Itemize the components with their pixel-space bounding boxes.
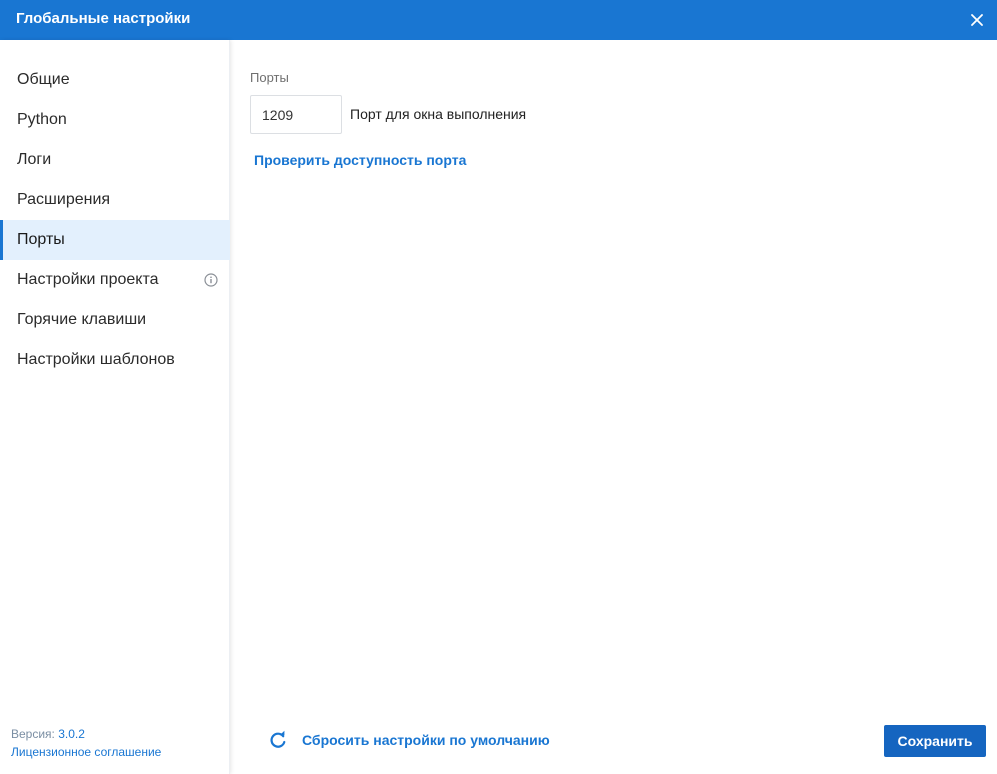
sidebar-item-label: Общие — [17, 71, 70, 88]
sidebar-item-label: Расширения — [17, 191, 111, 208]
version-info: Версия: 3.0.2 — [11, 725, 161, 743]
version-value: 3.0.2 — [58, 727, 85, 741]
close-icon — [971, 14, 983, 26]
version-label: Версия: — [11, 727, 59, 741]
sidebar-item-label: Порты — [17, 231, 65, 248]
reset-defaults-label: Сбросить настройки по умолчанию — [302, 732, 550, 748]
settings-sidebar: Общие Python Логи Расширения Порты Настр… — [0, 40, 230, 774]
sidebar-item-template-settings[interactable]: Настройки шаблонов — [0, 340, 230, 380]
sidebar-item-python[interactable]: Python — [0, 100, 230, 140]
settings-nav: Общие Python Логи Расширения Порты Настр… — [0, 60, 230, 380]
sidebar-item-extensions[interactable]: Расширения — [0, 180, 230, 220]
sidebar-item-logs[interactable]: Логи — [0, 140, 230, 180]
sidebar-item-label: Python — [17, 111, 67, 128]
sidebar-item-label: Горячие клавиши — [17, 311, 147, 328]
port-input-caption: Порт для окна выполнения — [350, 106, 527, 122]
sidebar-item-project-settings[interactable]: Настройки проекта — [0, 260, 230, 300]
port-input[interactable] — [250, 95, 342, 134]
global-settings-dialog: Глобальные настройки Общие Python Логи Р… — [0, 0, 997, 774]
sidebar-footer: Версия: 3.0.2 Лицензионное соглашение — [11, 725, 161, 761]
license-agreement-link[interactable]: Лицензионное соглашение — [11, 743, 161, 761]
sidebar-item-label: Логи — [17, 151, 52, 168]
ports-settings-panel: Порты Порт для окна выполнения Проверить… — [231, 40, 997, 774]
title-bar: Глобальные настройки — [0, 0, 997, 40]
close-button[interactable] — [965, 8, 989, 32]
sidebar-item-label: Настройки шаблонов — [17, 351, 175, 368]
refresh-icon — [270, 730, 286, 748]
save-button[interactable]: Сохранить — [884, 725, 986, 757]
dialog-title: Глобальные настройки — [16, 10, 191, 27]
info-icon[interactable] — [204, 273, 218, 287]
ports-section-label: Порты — [250, 70, 289, 85]
sidebar-item-hotkeys[interactable]: Горячие клавиши — [0, 300, 230, 340]
check-port-availability-link[interactable]: Проверить доступность порта — [254, 152, 466, 168]
sidebar-item-general[interactable]: Общие — [0, 60, 230, 100]
sidebar-item-ports[interactable]: Порты — [0, 220, 230, 260]
sidebar-item-label: Настройки проекта — [17, 271, 159, 288]
reset-defaults-button[interactable]: Сбросить настройки по умолчанию — [268, 730, 550, 750]
